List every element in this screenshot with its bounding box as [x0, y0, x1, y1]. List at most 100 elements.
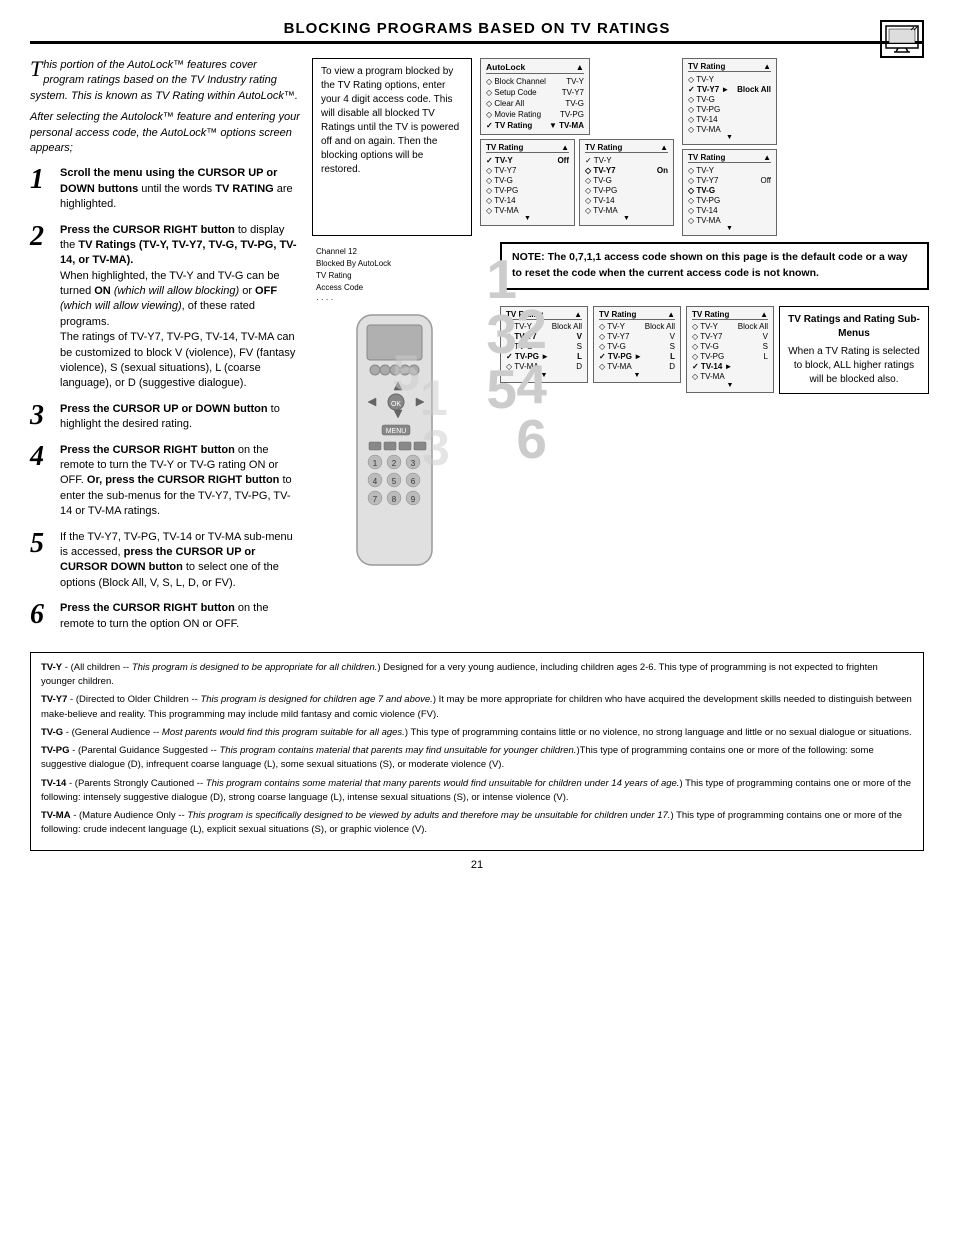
svg-text:8: 8 [392, 495, 397, 504]
bottom-menus-row: TV Rating ▲ ◇ TV-YBlock All ◇ TV-Y7V ◇ T… [500, 306, 929, 394]
step-5: 5 If the TV-Y7, TV-PG, TV-14 or TV-MA su… [30, 530, 300, 592]
page-header: Blocking Programs Based on TV Ratings [30, 20, 924, 44]
svg-text:6: 6 [411, 477, 416, 486]
tv-rating-menu-1: TV Rating ▲ ✓ TV-YOff ◇ TV-Y7 ◇ TV-G ◇ T… [480, 139, 575, 226]
autolock-bullet-3: ◇ Clear All [486, 99, 524, 108]
sub-menu-2-header: TV Rating ▲ [599, 310, 675, 320]
sub-menu-1: TV Rating ▲ ◇ TV-YBlock All ◇ TV-Y7V ◇ T… [500, 306, 588, 383]
autolock-arrow-up: ▲ [576, 62, 584, 72]
svg-text:OK: OK [391, 401, 401, 408]
tv-rating-1-g: ◇ TV-G [486, 175, 569, 185]
tv-rating-2-title: TV Rating [585, 143, 622, 152]
sm1-pg: ✓ TV-PG ►L [506, 352, 582, 362]
svg-text:2: 2 [392, 459, 397, 468]
tv-rating-2-arrow-up: ▲ [660, 143, 668, 152]
channel-line1: Channel 12 [316, 246, 492, 258]
svg-text:3: 3 [422, 420, 450, 476]
tv-rating-4-arrow-down: ▼ [688, 225, 771, 232]
sm1-y7: ◇ TV-Y7V [506, 332, 582, 342]
sub-menu-2-title: TV Rating [599, 310, 636, 319]
note-bold-text: NOTE: The 0,7,1,1 access code shown on t… [512, 251, 908, 279]
tv-rating-menu-4: TV Rating ▲ ◇ TV-Y ◇ TV-Y7Off ◇ TV-G ◇ T… [682, 149, 777, 236]
autolock-bullet-2: ◇ Setup Code [486, 88, 537, 97]
autolock-row-clear-all: ◇ Clear All TV-G [486, 98, 584, 109]
remote-container: Channel 12 Blocked By AutoLock TV Rating… [312, 242, 492, 573]
tv-rating-3-14: ◇ TV-14 [688, 114, 771, 124]
autolock-row-tv-rating: ✓ TV Rating ▼ TV-MA [486, 120, 584, 131]
sm2-y7: ◇ TV-Y7V [599, 332, 675, 342]
tv-rating-2-arrow-down: ▼ [585, 215, 668, 222]
channel-line5: · · · · [316, 294, 492, 306]
svg-text:5: 5 [392, 345, 420, 401]
sm3-14: ✓ TV-14 ► [692, 362, 768, 372]
sm1-arrow-down: ▼ [506, 372, 582, 379]
autolock-val-1: TV-Y [566, 77, 584, 86]
sm2-y: ◇ TV-YBlock All [599, 322, 675, 332]
def-tv-ma: TV-MA - (Mature Audience Only -- This pr… [41, 809, 913, 838]
header-icon [880, 20, 924, 58]
autolock-row-block-channel: ◇ Block Channel TV-Y [486, 76, 584, 87]
svg-text:1: 1 [420, 370, 448, 426]
step-3-text: Press the CURSOR UP or DOWN button to hi… [60, 402, 300, 433]
intro-p2: After selecting the Autolock™ feature an… [30, 110, 300, 156]
tv-rating-1-pg: ◇ TV-PG [486, 185, 569, 195]
sm3-y: ◇ TV-YBlock All [692, 322, 768, 332]
intro-first-letter: T [30, 58, 42, 80]
intro-p1: his portion of the AutoLock™ features co… [30, 59, 298, 102]
svg-text:9: 9 [411, 495, 416, 504]
sm3-ma: ◇ TV-MA [692, 372, 768, 382]
autolock-bullet-1: ◇ Block Channel [486, 77, 546, 86]
sub-menu-2-arrow-up: ▲ [667, 310, 675, 319]
sub-menu-1-title: TV Rating [506, 310, 543, 319]
step-2: 2 Press the CURSOR RIGHT button to displ… [30, 223, 300, 392]
autolock-header: AutoLock ▲ [486, 62, 584, 74]
channel-line4: Access Code [316, 282, 492, 294]
bottom-info-text: When a TV Rating is selected to block, A… [786, 345, 922, 387]
bottom-info-box: TV Ratings and Rating Sub-Menus When a T… [779, 306, 929, 394]
step-3: 3 Press the CURSOR UP or DOWN button to … [30, 402, 300, 433]
tv-rating-1-ma: ◇ TV-MA [486, 205, 569, 215]
tv-rating-menu-2: TV Rating ▲ ✓ TV-Y ◇ TV-Y7On ◇ TV-G ◇ TV… [579, 139, 674, 226]
step-6-text: Press the CURSOR RIGHT button on the rem… [60, 601, 300, 632]
tv-rating-3-arrow-down: ▼ [688, 134, 771, 141]
sm3-y7: ◇ TV-Y7V [692, 332, 768, 342]
autolock-title: AutoLock [486, 62, 525, 72]
tv-rating-4-y: ◇ TV-Y [688, 165, 771, 175]
def-tv-y: TV-Y - (All children -- This program is … [41, 661, 913, 690]
description-text: To view a program blocked by the TV Rati… [321, 66, 459, 175]
step-4-number: 4 [30, 443, 52, 471]
tv-rating-1-14: ◇ TV-14 [486, 195, 569, 205]
tv-rating-1-title: TV Rating [486, 143, 523, 152]
autolock-bullet-4: ◇ Movie Rating [486, 110, 541, 119]
sm2-g: ◇ TV-GS [599, 342, 675, 352]
sub-menu-3-header: TV Rating ▲ [692, 310, 768, 320]
tv-rating-1-y: ✓ TV-YOff [486, 155, 569, 165]
channel-line3: TV Rating [316, 270, 492, 282]
sm1-g: ◇ TV-GS [506, 342, 582, 352]
sm2-pg: ✓ TV-PG ►L [599, 352, 675, 362]
step-4: 4 Press the CURSOR RIGHT button on the r… [30, 443, 300, 520]
channel-info: Channel 12 Blocked By AutoLock TV Rating… [316, 246, 492, 306]
step-3-number: 3 [30, 402, 52, 430]
step-5-number: 5 [30, 530, 52, 558]
tv-rating-2-g: ◇ TV-G [585, 175, 668, 185]
tv-rating-3-pg: ◇ TV-PG [688, 104, 771, 114]
sm1-y: ◇ TV-YBlock All [506, 322, 582, 332]
autolock-val-4: TV-PG [560, 110, 584, 119]
tv-rating-menu-3: TV Rating ▲ ◇ TV-Y ✓ TV-Y7 ►Block All ◇ … [682, 58, 777, 145]
step-6: 6 Press the CURSOR RIGHT button on the r… [30, 601, 300, 632]
remote-svg: OK MENU 1 2 [312, 310, 477, 570]
tv-rating-3-header: TV Rating ▲ [688, 62, 771, 72]
tv-rating-4-header: TV Rating ▲ [688, 153, 771, 163]
tv-rating-3-y: ◇ TV-Y [688, 74, 771, 84]
tv-rating-4-y7: ◇ TV-Y7Off [688, 175, 771, 185]
right-column: To view a program blocked by the TV Rati… [312, 58, 929, 642]
tv-rating-3-arrow-up: ▲ [763, 62, 771, 71]
channel-line2: Blocked By AutoLock [316, 258, 492, 270]
sub-menu-1-header: TV Rating ▲ [506, 310, 582, 320]
def-tv-pg: TV-PG - (Parental Guidance Suggested -- … [41, 744, 913, 773]
svg-text:3: 3 [411, 459, 416, 468]
sub-menu-2: TV Rating ▲ ◇ TV-YBlock All ◇ TV-Y7V ◇ T… [593, 306, 681, 383]
bottom-info-title: TV Ratings and Rating Sub-Menus [786, 313, 922, 341]
svg-text:4: 4 [373, 477, 378, 486]
